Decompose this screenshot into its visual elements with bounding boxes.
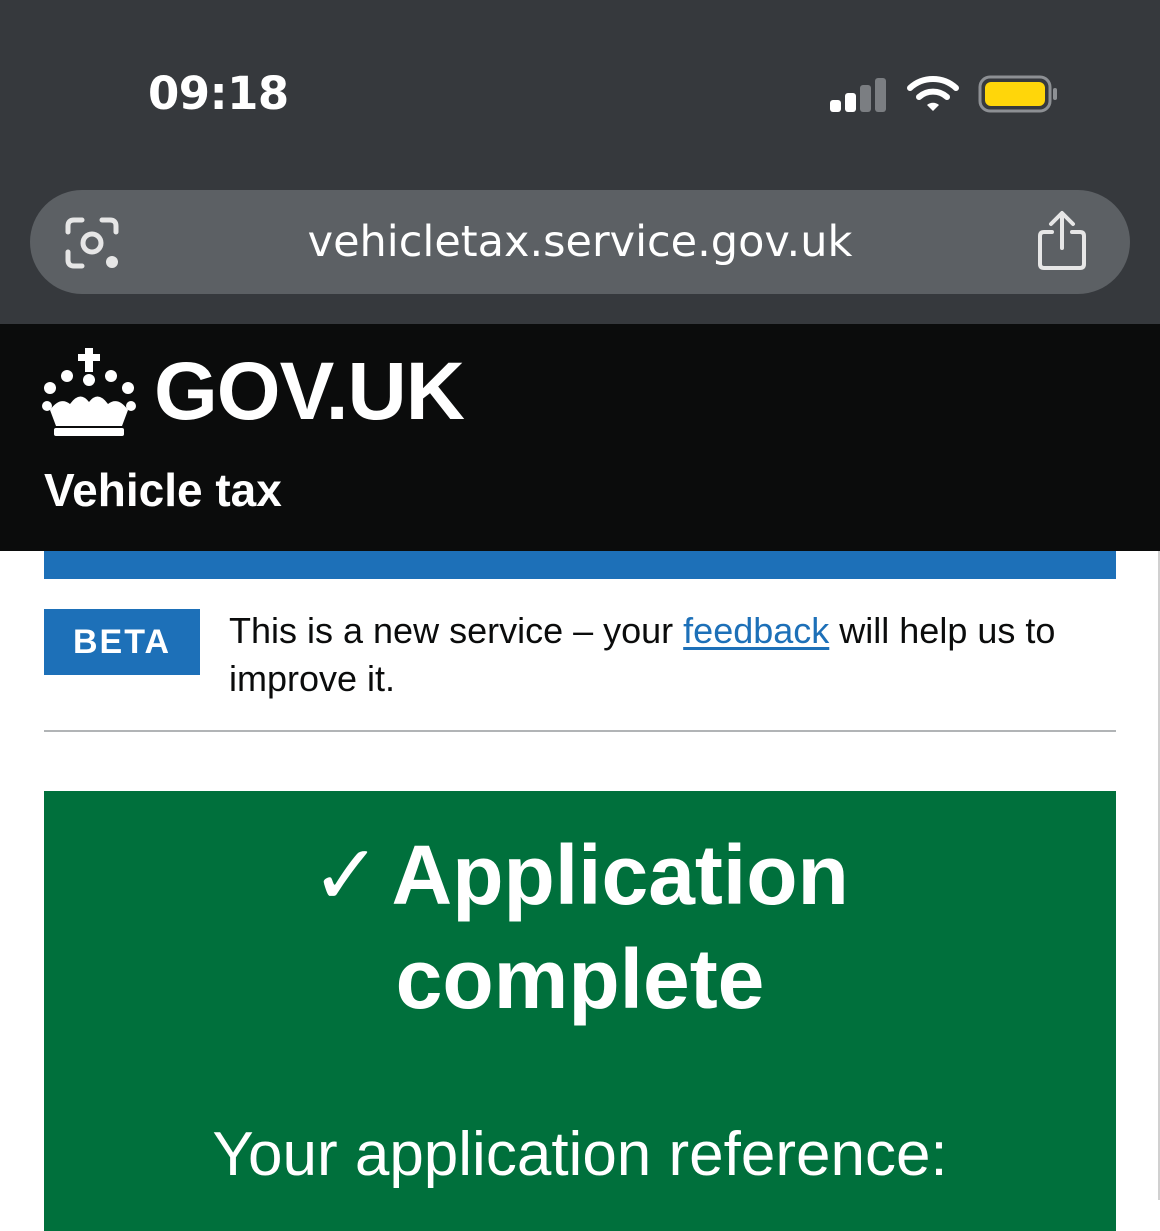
confirmation-panel: ✓ Application complete Your application r… bbox=[44, 791, 1116, 1231]
crown-icon[interactable] bbox=[40, 348, 138, 438]
cellular-signal-icon bbox=[830, 78, 890, 112]
battery-icon bbox=[978, 75, 1057, 113]
beta-tag: BETA bbox=[44, 609, 200, 675]
feedback-link[interactable]: feedback bbox=[683, 610, 829, 651]
page-content: BETA This is a new service – your feedba… bbox=[0, 551, 1160, 1231]
share-icon[interactable] bbox=[1034, 210, 1090, 272]
application-reference-label: Your application reference: bbox=[212, 1120, 948, 1189]
banner-divider bbox=[44, 730, 1116, 732]
confirmation-title-line1: Application bbox=[391, 828, 849, 922]
banner-text-before: This is a new service – your bbox=[229, 610, 684, 651]
status-time: 09:18 bbox=[148, 67, 289, 120]
wifi-icon bbox=[907, 76, 959, 111]
url-text[interactable]: vehicletax.service.gov.uk bbox=[30, 214, 1130, 270]
phase-banner: BETA This is a new service – your feedba… bbox=[44, 607, 1116, 731]
browser-chrome: 09:18 vehicletax.service.gov.uk bbox=[0, 0, 1160, 324]
service-name[interactable]: Vehicle tax bbox=[44, 462, 282, 518]
header-blue-underline bbox=[44, 551, 1116, 579]
confirmation-title-line2: complete bbox=[395, 932, 765, 1026]
phase-banner-text: This is a new service – your feedback wi… bbox=[229, 607, 1119, 703]
confirmation-title: ✓ Application complete bbox=[44, 823, 1116, 1031]
address-bar[interactable]: vehicletax.service.gov.uk bbox=[30, 190, 1130, 294]
govuk-logotype[interactable]: GOV.UK bbox=[154, 342, 465, 442]
check-icon: ✓ bbox=[311, 828, 382, 922]
govuk-header: GOV.UK Vehicle tax bbox=[0, 324, 1160, 551]
